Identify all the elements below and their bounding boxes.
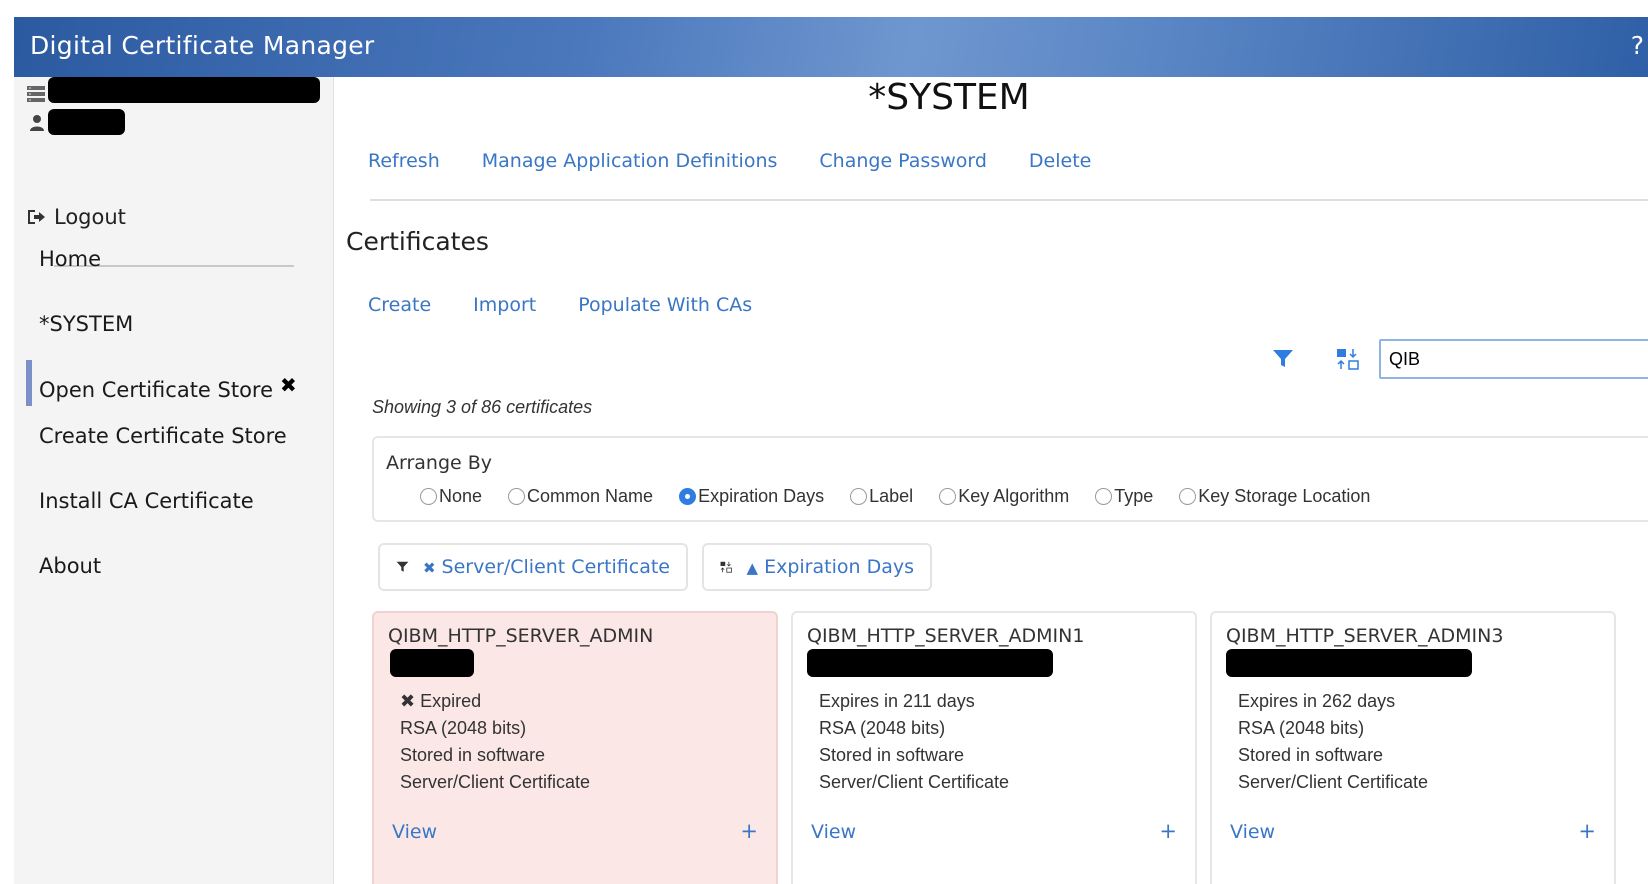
arrange-options: None Common Name Expiration Days Label K…: [420, 486, 1370, 507]
delete-link[interactable]: Delete: [1029, 150, 1091, 172]
close-store-icon[interactable]: ✖: [280, 373, 297, 398]
redacted-certificate-detail: [807, 649, 1053, 677]
arrange-by-label: Arrange By: [386, 452, 493, 474]
certificate-type: Server/Client Certificate: [819, 772, 1010, 792]
sort-direction-icon: ▲: [746, 559, 759, 577]
certificate-storage: Stored in software: [1238, 745, 1384, 765]
sidebar-item-system[interactable]: *SYSTEM: [39, 312, 133, 336]
user-icon: [30, 115, 44, 131]
app-title: Digital Certificate Manager: [30, 31, 375, 60]
radio-button[interactable]: [850, 488, 868, 505]
populate-with-cas-link[interactable]: Populate With CAs: [578, 294, 752, 316]
remove-filter-icon[interactable]: ✖: [423, 559, 436, 577]
results-count: Showing 3 of 86 certificates: [372, 397, 593, 417]
refresh-link[interactable]: Refresh: [368, 150, 440, 172]
import-link[interactable]: Import: [473, 294, 536, 316]
redacted-certificate-detail: [390, 649, 474, 677]
manage-application-definitions-link[interactable]: Manage Application Definitions: [482, 150, 778, 172]
certificate-algorithm: RSA (2048 bits): [819, 718, 946, 738]
view-link[interactable]: View: [1230, 821, 1275, 843]
radio-label: Key Algorithm: [958, 486, 1070, 506]
arrange-option-key-storage-location[interactable]: Key Storage Location: [1179, 486, 1370, 507]
expand-button[interactable]: +: [1578, 819, 1596, 843]
certificate-actions: Create Import Populate With CAs: [368, 294, 752, 316]
section-title: Certificates: [346, 227, 489, 256]
radio-button-selected[interactable]: [679, 488, 697, 505]
certificate-algorithm: RSA (2048 bits): [400, 718, 527, 738]
certificate-name: QIBM_HTTP_SERVER_ADMIN: [388, 625, 654, 647]
radio-button[interactable]: [1095, 488, 1113, 505]
radio-button[interactable]: [939, 488, 957, 505]
arrange-option-type[interactable]: Type: [1095, 486, 1153, 507]
certificate-status: ✖ Expired: [400, 691, 482, 711]
certificate-type: Server/Client Certificate: [400, 772, 591, 792]
logout-link[interactable]: Logout: [26, 205, 126, 229]
change-password-link[interactable]: Change Password: [819, 150, 987, 172]
filter-chip-label: Server/Client Certificate: [441, 556, 670, 578]
filter-chip[interactable]: ✖ Server/Client Certificate: [378, 543, 688, 591]
logout-icon: [28, 210, 45, 224]
sidebar-item-create-certificate-store[interactable]: Create Certificate Store: [39, 424, 287, 448]
view-link[interactable]: View: [392, 821, 437, 843]
redacted-certificate-detail: [1226, 649, 1472, 677]
sort-chip-label: Expiration Days: [764, 556, 914, 578]
arrange-option-common-name[interactable]: Common Name: [508, 486, 653, 507]
certificate-type: Server/Client Certificate: [1238, 772, 1429, 792]
certificate-status: Expires in 211 days: [819, 691, 975, 711]
sort-chip[interactable]: ▲ Expiration Days: [702, 543, 932, 591]
sidebar-item-install-ca-certificate[interactable]: Install CA Certificate: [39, 489, 254, 513]
certificate-storage: Stored in software: [400, 745, 546, 765]
radio-label: Type: [1114, 486, 1154, 506]
radio-label: Common Name: [527, 486, 654, 506]
certificate-name: QIBM_HTTP_SERVER_ADMIN1: [807, 625, 1085, 647]
redacted-user-name: [48, 109, 125, 135]
arrange-by-panel: Arrange By None Common Name Expiration D…: [372, 436, 1648, 522]
app-window: Digital Certificate Manager ? Logout Hom…: [14, 17, 1648, 884]
active-indicator: [26, 360, 32, 406]
sort-icon[interactable]: [1336, 347, 1360, 371]
main-content: *SYSTEM Refresh Manage Application Defin…: [334, 77, 1648, 884]
arrange-option-none[interactable]: None: [420, 486, 482, 507]
certificate-name: QIBM_HTTP_SERVER_ADMIN3: [1226, 625, 1504, 647]
arrange-option-key-algorithm[interactable]: Key Algorithm: [939, 486, 1069, 507]
sidebar-item-about[interactable]: About: [39, 554, 101, 578]
sort-icon: [720, 561, 732, 573]
certificate-algorithm: RSA (2048 bits): [1238, 718, 1365, 738]
page-title: *SYSTEM: [868, 77, 1030, 118]
filter-icon[interactable]: [1272, 349, 1294, 369]
expand-button[interactable]: +: [1159, 819, 1177, 843]
certificate-storage: Stored in software: [819, 745, 965, 765]
sidebar-item-home[interactable]: Home: [39, 247, 101, 271]
view-link[interactable]: View: [811, 821, 856, 843]
redacted-store-name: [48, 77, 320, 103]
create-link[interactable]: Create: [368, 294, 431, 316]
certificate-status: Expires in 262 days: [1238, 691, 1396, 711]
arrange-option-expiration-days[interactable]: Expiration Days: [679, 486, 824, 507]
radio-button[interactable]: [420, 488, 437, 505]
certificate-card: QIBM_HTTP_SERVER_ADMIN3 Expires in 262 d…: [1210, 611, 1616, 884]
radio-label: Label: [869, 486, 914, 506]
radio-label: Key Storage Location: [1198, 486, 1371, 506]
server-icon: [27, 86, 45, 102]
title-bar: Digital Certificate Manager ?: [14, 17, 1648, 77]
store-actions: Refresh Manage Application Definitions C…: [368, 150, 1091, 172]
filter-icon: [396, 561, 409, 572]
arrange-option-label[interactable]: Label: [850, 486, 913, 507]
certificate-card: QIBM_HTTP_SERVER_ADMIN ✖ Expired RSA (20…: [372, 611, 778, 884]
certificate-card: QIBM_HTTP_SERVER_ADMIN1 Expires in 211 d…: [791, 611, 1197, 884]
logout-label: Logout: [54, 205, 126, 229]
sidebar-item-open-certificate-store[interactable]: Open Certificate Store: [39, 378, 273, 402]
expand-button[interactable]: +: [740, 819, 758, 843]
main-divider: [370, 199, 1648, 201]
sidebar: Logout Home *SYSTEM ✖ Open Certificate S…: [14, 77, 334, 884]
radio-button[interactable]: [508, 488, 526, 505]
radio-button[interactable]: [1179, 488, 1197, 505]
help-button[interactable]: ?: [1631, 31, 1644, 60]
radio-label: None: [439, 486, 483, 506]
radio-label: Expiration Days: [698, 486, 825, 506]
search-input[interactable]: [1379, 339, 1648, 379]
